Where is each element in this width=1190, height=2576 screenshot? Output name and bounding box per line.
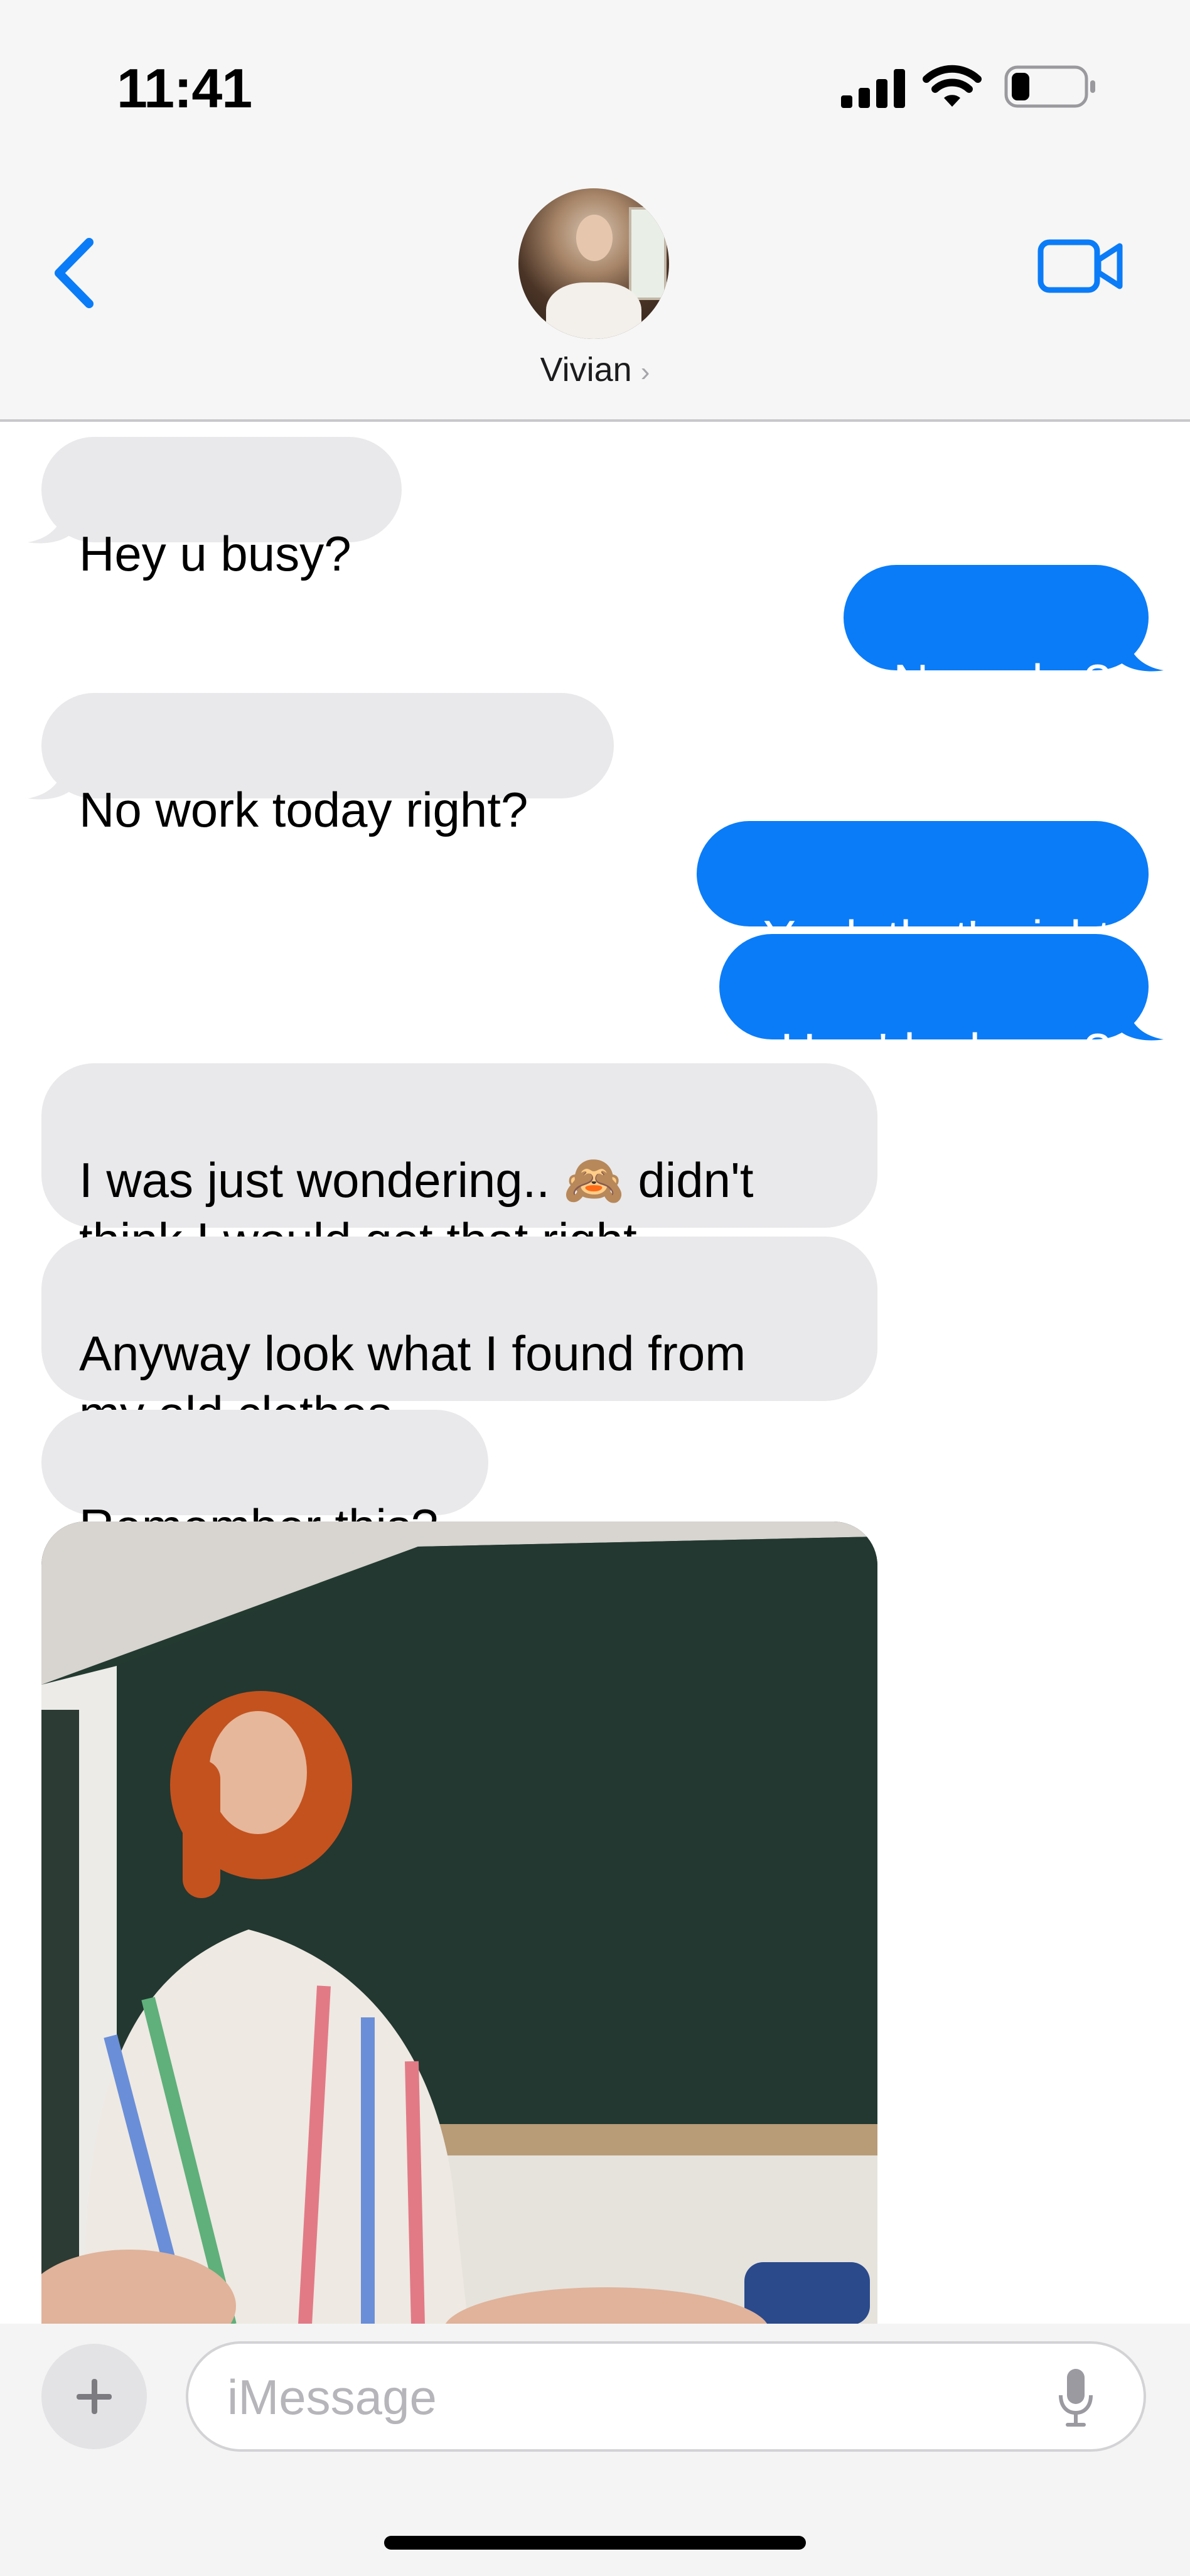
avatar-shirt [546,282,641,339]
message-bubble-incoming[interactable]: Remember this? [41,1410,488,1554]
message-bubble-incoming[interactable]: I was just wondering.. 🙈 didn't think I … [41,1063,877,1268]
photo-attachment[interactable] [41,1521,877,2325]
cellular-signal-icon [841,69,905,108]
status-time: 11:41 [117,57,252,119]
message-bubble-incoming[interactable]: Hey u busy? [41,437,402,581]
message-bubble-outgoing[interactable]: No.. why? [844,565,1149,709]
chevron-left-icon[interactable] [45,232,102,314]
message-bubble-incoming[interactable]: Anyway look what I found from my old clo… [41,1237,877,1441]
plus-vertical [92,2379,97,2414]
message-bubble-outgoing[interactable]: Yeah that's right [697,821,1149,965]
message-text: No work today right? [79,782,528,837]
input-placeholder: iMessage [227,2369,437,2425]
battery-icon [1004,65,1095,108]
imessage-input[interactable]: iMessage [186,2341,1146,2452]
message-bubble-outgoing[interactable]: How'd u know? [719,934,1149,1078]
wifi-icon [923,65,982,107]
status-bar: 11:41 [0,0,1190,176]
avatar-window [629,207,667,300]
bubble-tail [28,507,70,544]
bubble-tail [1121,1004,1164,1041]
video-camera-icon[interactable] [1037,233,1125,299]
home-indicator[interactable] [384,2536,806,2550]
chevron-right-icon: › [640,357,650,387]
avatar[interactable] [518,188,669,339]
avatar-face [576,215,613,261]
microphone-icon[interactable] [1057,2366,1095,2429]
contact-name-button[interactable]: Vivian › [0,350,1190,389]
contact-name: Vivian [540,351,632,389]
bubble-tail [28,763,70,800]
conversation-header: Vivian › [0,176,1190,422]
plus-icon[interactable] [41,2344,147,2449]
message-bubble-incoming[interactable]: No work today right? [41,693,614,837]
message-text: No.. why? [893,654,1111,709]
message-text: Hey u busy? [79,526,351,581]
photo-image [41,1521,877,2325]
bubble-tail [1121,635,1164,672]
